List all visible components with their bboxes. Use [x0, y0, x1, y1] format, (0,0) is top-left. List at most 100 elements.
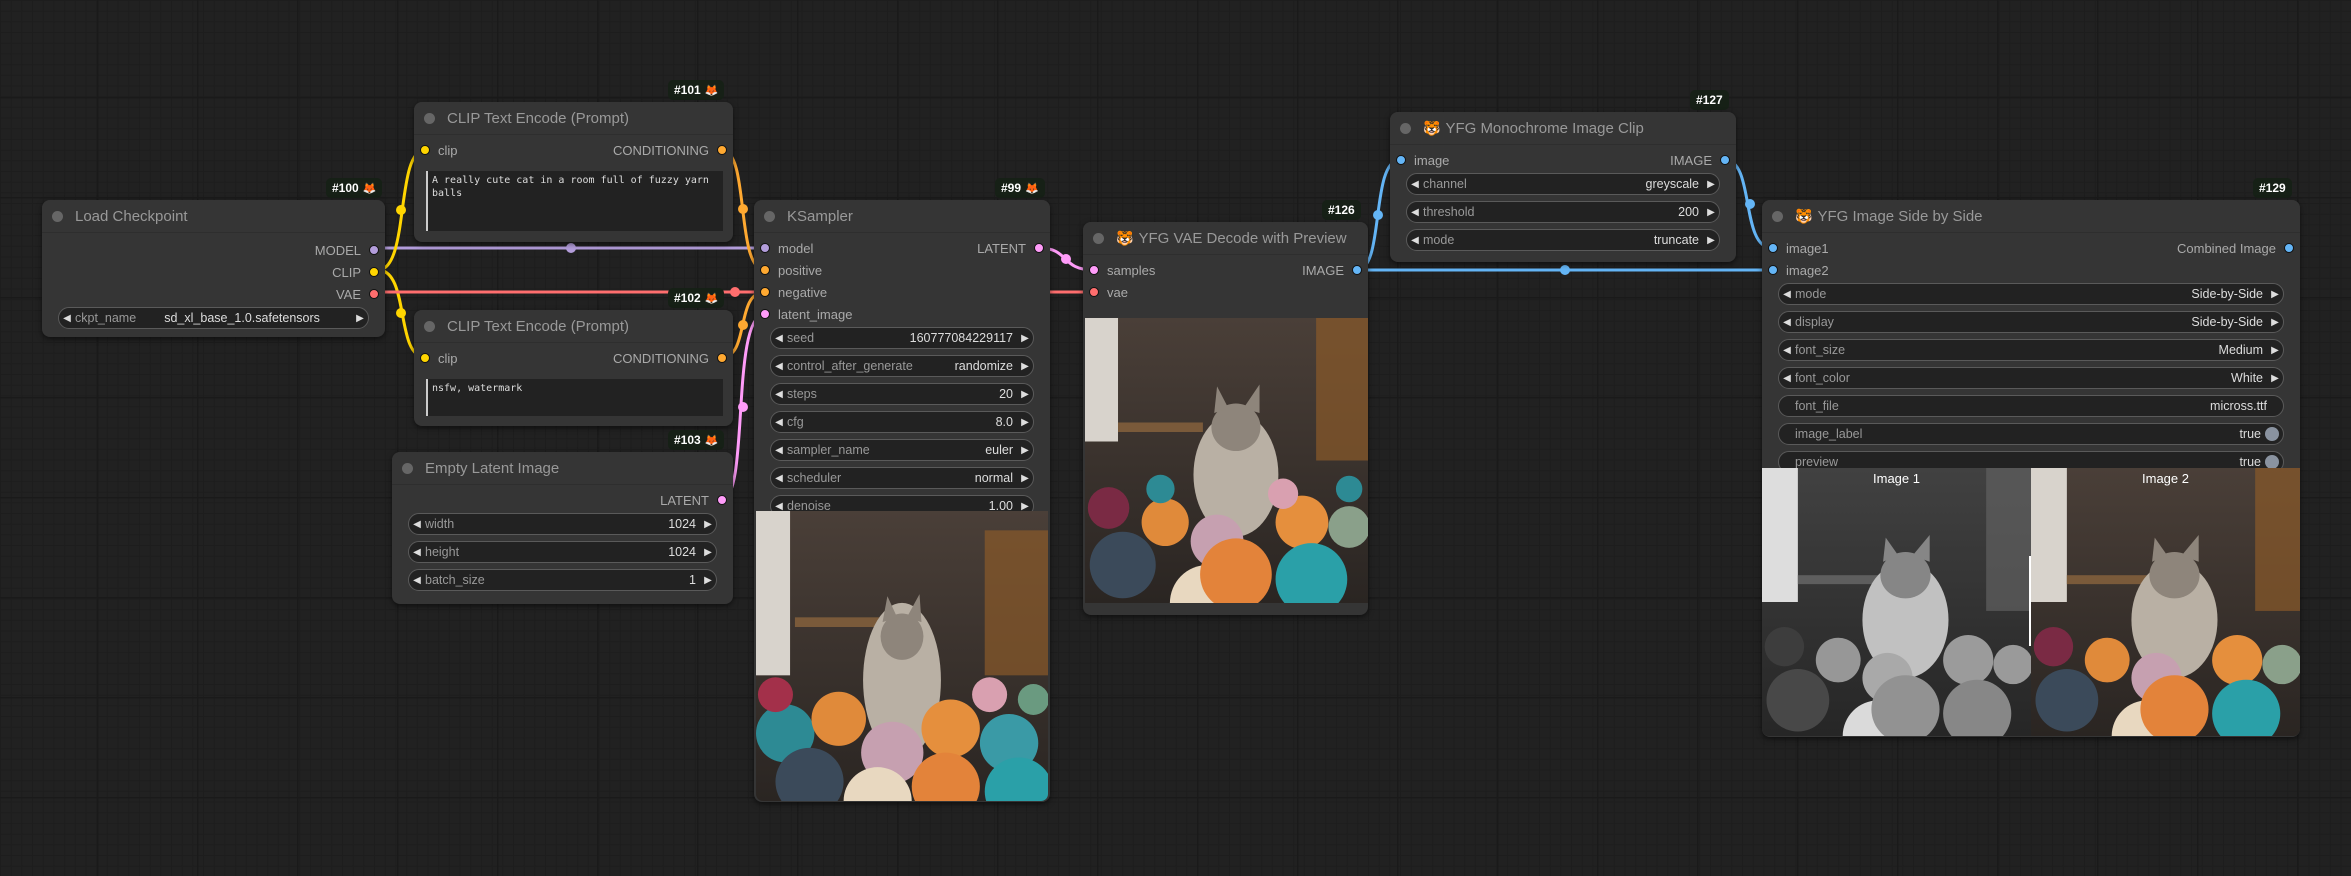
slot-pin[interactable] [420, 353, 430, 363]
slot-pin[interactable] [717, 495, 727, 505]
slot-pin[interactable] [717, 353, 727, 363]
node-empty-latent-image[interactable]: Empty Latent Image LATENT ◀ width 1024 ▶ ◀ h… [392, 452, 733, 604]
output-slot-conditioning[interactable]: CONDITIONING [613, 143, 733, 158]
arrow-left-icon[interactable]: ◀ [1407, 179, 1423, 190]
widget-height[interactable]: ◀ height 1024 ▶ [408, 541, 717, 563]
output-slot-image[interactable]: IMAGE [1302, 263, 1368, 278]
compare-divider[interactable] [2029, 556, 2031, 646]
node-image-side-by-side[interactable]: 🐯 YFG Image Side by Side image1 Combined… [1762, 200, 2300, 737]
link-midpoint[interactable] [396, 308, 406, 318]
node-title-bar[interactable]: Empty Latent Image [392, 452, 733, 485]
collapse-dot-icon[interactable] [424, 320, 435, 332]
widget-batch-size[interactable]: ◀ batch_size 1 ▶ [408, 569, 717, 591]
arrow-left-icon[interactable]: ◀ [1779, 317, 1795, 328]
output-slot-vae[interactable]: VAE [336, 287, 385, 302]
arrow-left-icon[interactable]: ◀ [1779, 289, 1795, 300]
widget-mode[interactable]: ◀ mode truncate ▶ [1406, 229, 1720, 251]
arrow-right-icon[interactable]: ▶ [1017, 445, 1033, 456]
slot-pin[interactable] [760, 265, 770, 275]
slot-pin[interactable] [760, 287, 770, 297]
slot-pin[interactable] [420, 145, 430, 155]
output-slot-latent[interactable]: LATENT [660, 493, 733, 508]
output-slot-conditioning[interactable]: CONDITIONING [613, 351, 733, 366]
arrow-left-icon[interactable]: ◀ [1407, 235, 1423, 246]
input-slot-image2[interactable]: image2 [1762, 263, 1829, 278]
arrow-right-icon[interactable]: ▶ [1017, 361, 1033, 372]
widget-font-color[interactable]: ◀ font_color White ▶ [1778, 367, 2284, 389]
toggle-knob[interactable] [2265, 455, 2279, 469]
arrow-right-icon[interactable]: ▶ [1703, 235, 1719, 246]
slot-pin[interactable] [1768, 265, 1778, 275]
slot-pin[interactable] [760, 243, 770, 253]
widget-font-size[interactable]: ◀ font_size Medium ▶ [1778, 339, 2284, 361]
arrow-left-icon[interactable]: ◀ [771, 333, 787, 344]
input-slot-samples[interactable]: samples [1083, 263, 1155, 278]
collapse-dot-icon[interactable] [424, 112, 435, 124]
input-slot-negative[interactable]: negative [754, 285, 827, 300]
node-title-bar[interactable]: 🐯 YFG VAE Decode with Preview [1083, 222, 1368, 255]
widget-cfg[interactable]: ◀ cfg 8.0 ▶ [770, 411, 1034, 433]
node-title-bar[interactable]: 🐯 YFG Monochrome Image Clip [1390, 112, 1736, 145]
slot-pin[interactable] [760, 309, 770, 319]
arrow-left-icon[interactable]: ◀ [771, 445, 787, 456]
slot-pin[interactable] [1720, 155, 1730, 165]
arrow-right-icon[interactable]: ▶ [1017, 417, 1033, 428]
collapse-dot-icon[interactable] [1772, 210, 1783, 222]
widget-scheduler[interactable]: ◀ scheduler normal ▶ [770, 467, 1034, 489]
arrow-right-icon[interactable]: ▶ [352, 313, 368, 324]
arrow-right-icon[interactable]: ▶ [700, 519, 716, 530]
slot-pin[interactable] [1034, 243, 1044, 253]
slot-pin[interactable] [1352, 265, 1362, 275]
arrow-left-icon[interactable]: ◀ [1407, 207, 1423, 218]
widget-steps[interactable]: ◀ steps 20 ▶ [770, 383, 1034, 405]
output-slot-model[interactable]: MODEL [315, 243, 385, 258]
arrow-right-icon[interactable]: ▶ [2267, 345, 2283, 356]
arrow-right-icon[interactable]: ▶ [1703, 179, 1719, 190]
input-slot-model[interactable]: model [754, 241, 813, 256]
output-slot-image[interactable]: IMAGE [1670, 153, 1736, 168]
node-clip-text-encode-negative[interactable]: CLIP Text Encode (Prompt) clip CONDITION… [414, 310, 733, 426]
arrow-left-icon[interactable]: ◀ [409, 575, 425, 586]
node-vae-decode-preview[interactable]: 🐯 YFG VAE Decode with Preview samples IM… [1083, 222, 1368, 615]
arrow-left-icon[interactable]: ◀ [771, 473, 787, 484]
widget-seed[interactable]: ◀ seed 160777084229117 ▶ [770, 327, 1034, 349]
arrow-right-icon[interactable]: ▶ [1703, 207, 1719, 218]
slot-pin[interactable] [1089, 287, 1099, 297]
input-slot-image[interactable]: image [1390, 153, 1449, 168]
arrow-left-icon[interactable]: ◀ [771, 361, 787, 372]
node-title-bar[interactable]: 🐯 YFG Image Side by Side [1762, 200, 2300, 233]
input-slot-latent-image[interactable]: latent_image [754, 307, 852, 322]
widget-sampler-name[interactable]: ◀ sampler_name euler ▶ [770, 439, 1034, 461]
slot-pin[interactable] [717, 145, 727, 155]
slot-pin[interactable] [2284, 243, 2294, 253]
collapse-dot-icon[interactable] [52, 210, 63, 222]
arrow-left-icon[interactable]: ◀ [1779, 345, 1795, 356]
arrow-right-icon[interactable]: ▶ [700, 547, 716, 558]
arrow-left-icon[interactable]: ◀ [1779, 373, 1795, 384]
link-midpoint[interactable] [1061, 254, 1071, 264]
slot-pin[interactable] [1089, 265, 1099, 275]
input-slot-clip[interactable]: clip [414, 143, 458, 158]
input-slot-positive[interactable]: positive [754, 263, 822, 278]
node-title-bar[interactable]: CLIP Text Encode (Prompt) [414, 310, 733, 343]
input-slot-image1[interactable]: image1 [1762, 241, 1829, 256]
widget-control-after-generate[interactable]: ◀ control_after_generate randomize ▶ [770, 355, 1034, 377]
widget-ckpt-name[interactable]: ◀ ckpt_name sd_xl_base_1.0.safetensors ▶ [58, 307, 369, 329]
widget-display[interactable]: ◀ display Side-by-Side ▶ [1778, 311, 2284, 333]
node-monochrome-image-clip[interactable]: 🐯 YFG Monochrome Image Clip image IMAGE … [1390, 112, 1736, 262]
node-clip-text-encode-positive[interactable]: CLIP Text Encode (Prompt) clip CONDITION… [414, 102, 733, 242]
node-title-bar[interactable]: KSampler [754, 200, 1050, 233]
output-slot-latent[interactable]: LATENT [977, 241, 1050, 256]
slot-pin[interactable] [369, 289, 379, 299]
arrow-left-icon[interactable]: ◀ [409, 519, 425, 530]
slot-pin[interactable] [369, 267, 379, 277]
node-ksampler[interactable]: KSampler model LATENT positive negative … [754, 200, 1050, 802]
arrow-left-icon[interactable]: ◀ [771, 417, 787, 428]
arrow-right-icon[interactable]: ▶ [1017, 501, 1033, 512]
arrow-right-icon[interactable]: ▶ [1017, 473, 1033, 484]
arrow-right-icon[interactable]: ▶ [2267, 289, 2283, 300]
input-slot-clip[interactable]: clip [414, 351, 458, 366]
slot-pin[interactable] [1768, 243, 1778, 253]
widget-mode[interactable]: ◀ mode Side-by-Side ▶ [1778, 283, 2284, 305]
arrow-left-icon[interactable]: ◀ [409, 547, 425, 558]
